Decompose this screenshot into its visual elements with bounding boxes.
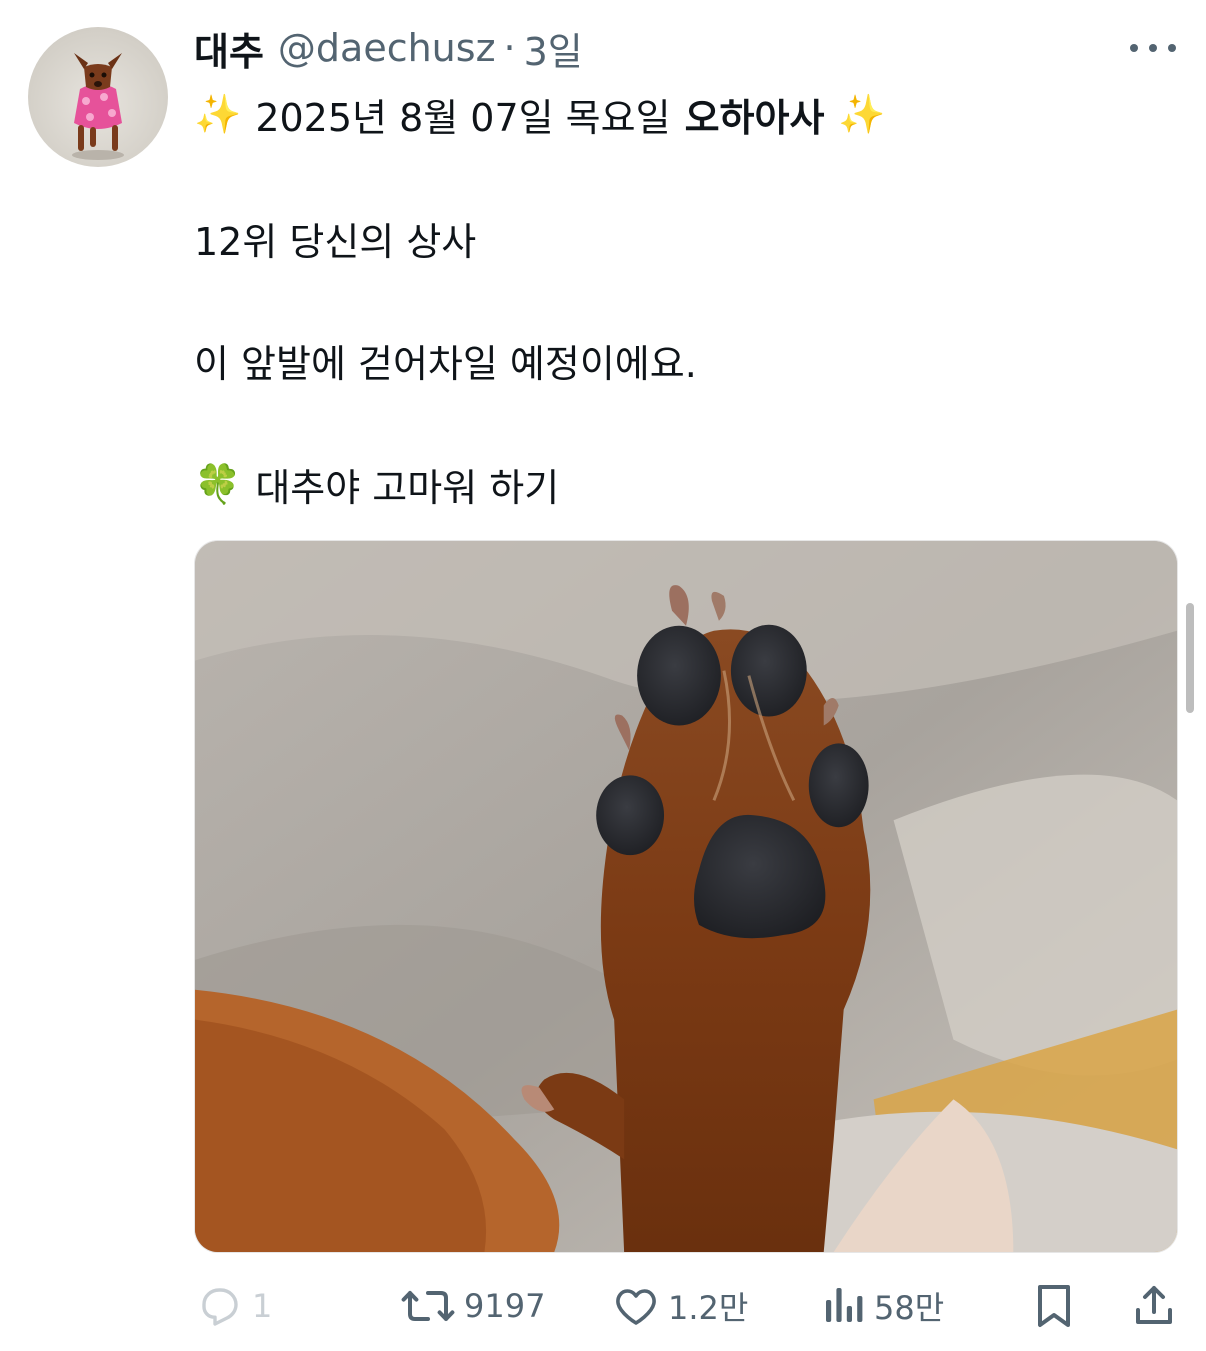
clover-emoji: 🍀 xyxy=(194,461,242,506)
dog-paw-photo xyxy=(195,541,1177,1252)
author-avatar[interactable] xyxy=(28,27,168,167)
views-count: 58만 xyxy=(874,1289,945,1327)
more-dots-icon[interactable] xyxy=(1128,34,1178,62)
avatar-dog-photo xyxy=(72,53,124,160)
sparkles-emoji: ✨ xyxy=(194,91,242,136)
tweet-timestamp[interactable]: 3일 xyxy=(524,21,583,76)
author-handle[interactable]: @daechusz xyxy=(278,26,496,70)
reply-icon xyxy=(202,1288,238,1326)
repost-button[interactable]: 9197 xyxy=(400,1278,545,1334)
tweet-text-line-1: ✨ 2025년 8월 07일 목요일 오하아사 ✨ xyxy=(194,86,886,142)
like-count: 1.2만 xyxy=(668,1289,749,1327)
tweet-action-bar: 1 9197 1.2만 58만 xyxy=(194,1278,1178,1334)
reply-button[interactable]: 1 xyxy=(196,1278,272,1334)
views-icon xyxy=(826,1288,863,1322)
share-button[interactable] xyxy=(1130,1278,1178,1334)
header-separator: · xyxy=(503,26,516,70)
tweet-photo[interactable] xyxy=(194,540,1178,1253)
bookmark-button[interactable] xyxy=(1032,1278,1076,1334)
bookmark-icon xyxy=(1038,1285,1070,1327)
ohaasa-text: 오하아사 xyxy=(684,95,825,140)
thanks-text: 대추야 고마워 하기 xyxy=(255,465,560,510)
views-button[interactable]: 58만 xyxy=(822,1278,944,1334)
scrollbar[interactable] xyxy=(1186,603,1194,713)
share-icon xyxy=(1136,1286,1172,1324)
like-button[interactable]: 1.2만 xyxy=(612,1278,748,1334)
tweet-text-line-4: 🍀 대추야 고마워 하기 xyxy=(194,454,559,514)
sparkles-emoji: ✨ xyxy=(838,91,886,136)
tweet-header: 대추 @daechusz · 3일 xyxy=(194,22,583,74)
tweet-text-line-3: 이 앞발에 걷어차일 예정이에요. xyxy=(194,341,697,386)
date-text: 2025년 8월 07일 목요일 xyxy=(255,95,671,140)
author-display-name[interactable]: 대추 xyxy=(194,21,264,76)
reply-count: 1 xyxy=(252,1287,273,1325)
heart-icon xyxy=(616,1289,656,1325)
repost-icon xyxy=(401,1291,455,1321)
repost-count: 9197 xyxy=(464,1287,546,1325)
tweet-text-line-2: 12위 당신의 상사 xyxy=(194,219,477,264)
